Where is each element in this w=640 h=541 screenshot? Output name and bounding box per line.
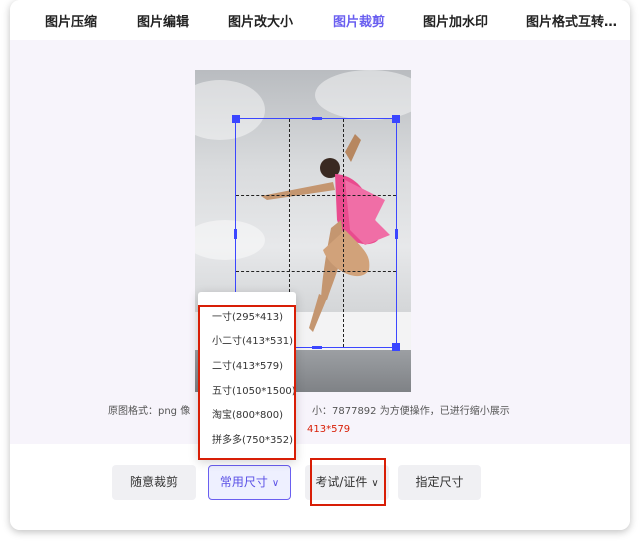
tab-resize[interactable]: 图片改大小: [228, 11, 293, 30]
crop-workspace: 原图格式：png 像 小：7877892 为方便操作，已进行缩小展示 413*5…: [10, 40, 630, 444]
free-crop-button[interactable]: 随意裁剪: [112, 465, 196, 500]
crop-handle-bottom-right[interactable]: [392, 343, 400, 351]
tab-crop[interactable]: 图片裁剪: [333, 11, 385, 30]
crop-gridline: [236, 271, 396, 272]
common-size-label: 常用尺寸: [219, 475, 268, 489]
action-bar: 随意裁剪 常用尺寸 ∨ 考试/证件 ∨ 指定尺寸: [10, 444, 630, 530]
tab-edit[interactable]: 图片编辑: [137, 11, 189, 30]
original-format-info: 原图格式：png 像: [108, 406, 191, 417]
tab-watermark[interactable]: 图片加水印: [423, 11, 488, 30]
crop-handle-right[interactable]: [395, 229, 398, 239]
current-crop-size: 413*579: [307, 424, 351, 435]
custom-size-label: 指定尺寸: [415, 475, 464, 489]
common-size-button[interactable]: 常用尺寸 ∨: [208, 465, 291, 500]
original-size-info: 小：7877892 为方便操作，已进行缩小展示: [312, 406, 510, 417]
app-window: 图片压缩 图片编辑 图片改大小 图片裁剪 图片加水印 图片格式互转… 原图格式：…: [10, 0, 630, 530]
free-crop-label: 随意裁剪: [129, 475, 178, 489]
crop-handle-top-left[interactable]: [232, 115, 240, 123]
top-tab-bar: 图片压缩 图片编辑 图片改大小 图片裁剪 图片加水印 图片格式互转…: [10, 0, 630, 40]
crop-handle-left[interactable]: [234, 229, 237, 239]
crop-handle-bottom[interactable]: [312, 346, 322, 349]
crop-handle-top-right[interactable]: [392, 115, 400, 123]
crop-gridline: [343, 119, 344, 347]
chevron-down-icon: ∨: [271, 478, 280, 489]
custom-size-button[interactable]: 指定尺寸: [398, 465, 481, 500]
tab-compress[interactable]: 图片压缩: [45, 11, 97, 30]
highlight-box: [310, 458, 386, 506]
crop-gridline: [236, 195, 396, 196]
highlight-box: [198, 305, 296, 460]
tab-format-convert[interactable]: 图片格式互转…: [526, 11, 617, 30]
crop-handle-top[interactable]: [312, 117, 322, 120]
